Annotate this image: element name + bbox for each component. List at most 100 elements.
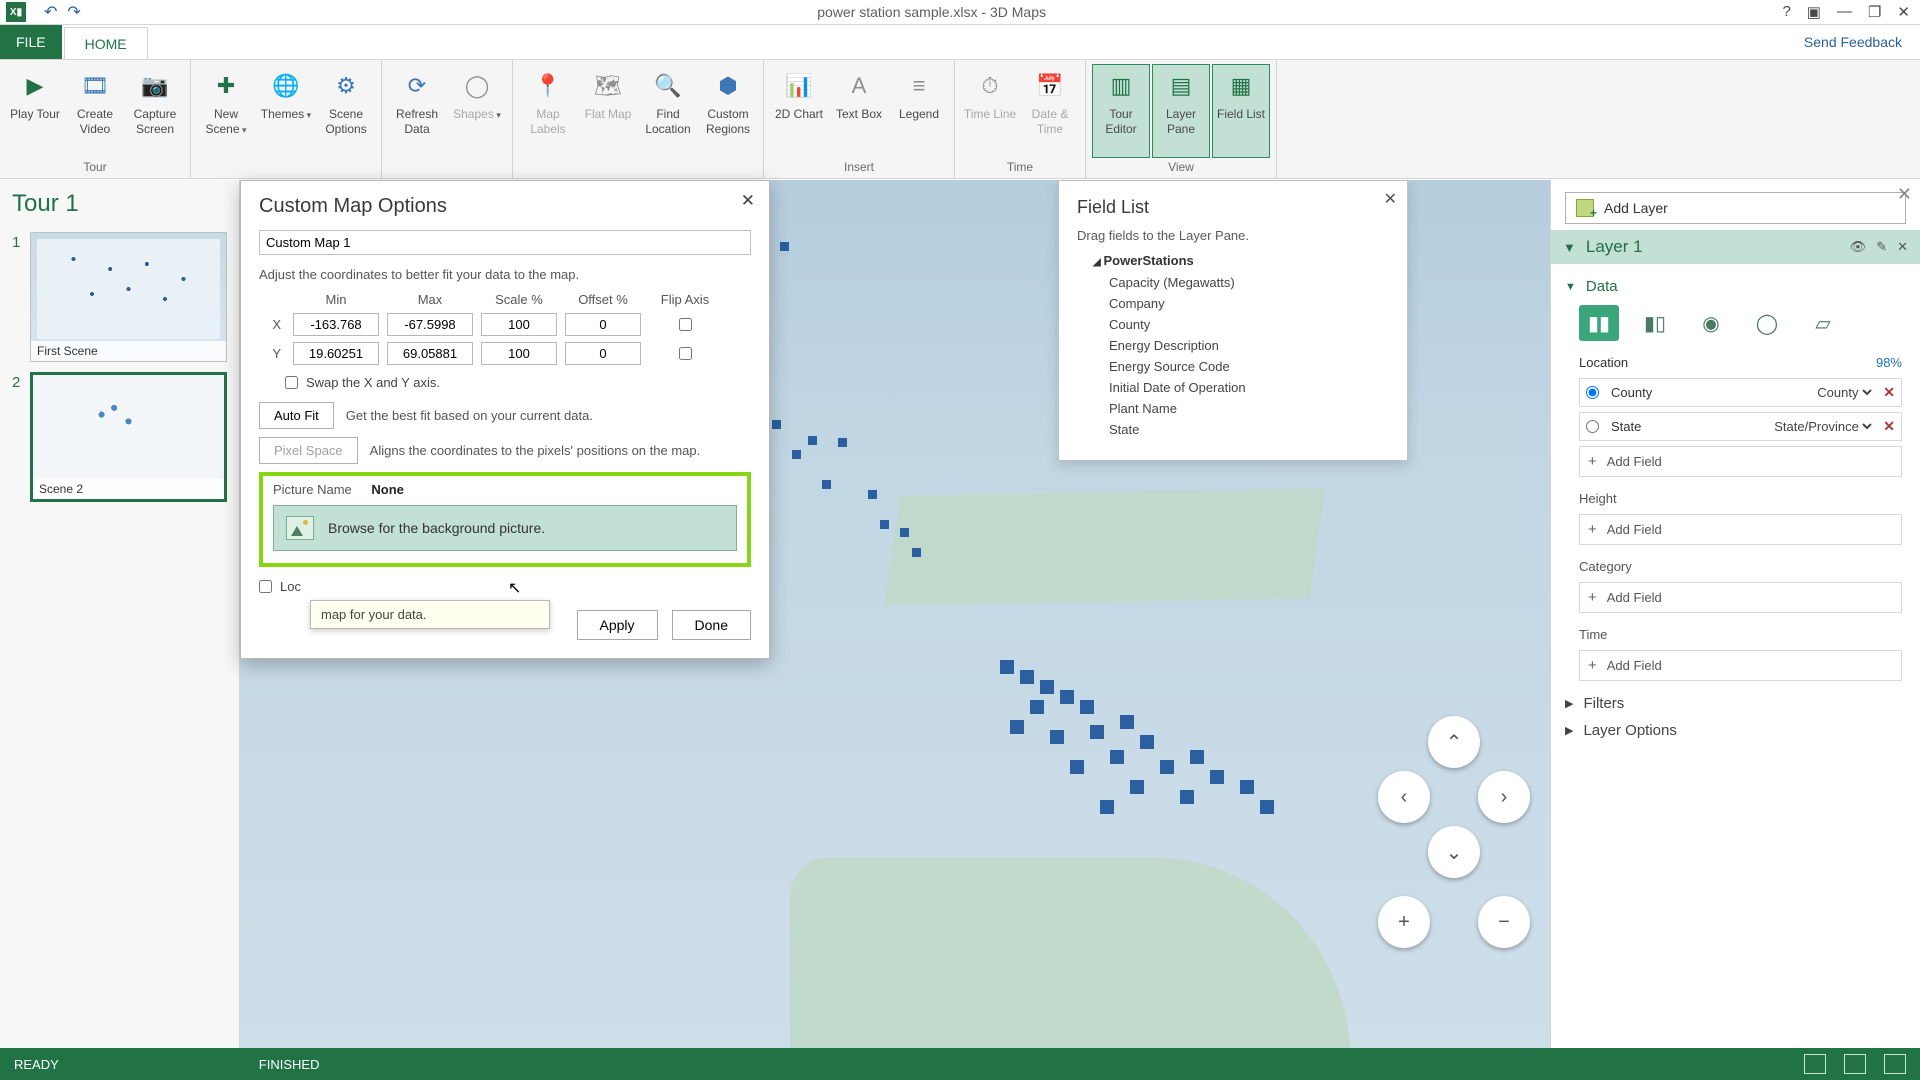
add-field-button[interactable]: +Add Field (1579, 446, 1902, 477)
auto-fit-button[interactable]: Auto Fit (259, 402, 334, 429)
tab-home[interactable]: HOME (64, 27, 148, 59)
rotate-right-button[interactable]: › (1478, 771, 1530, 823)
create-video-button[interactable]: 🎞Create Video (66, 64, 124, 158)
legend-button[interactable]: ≡Legend (890, 64, 948, 158)
location-radio[interactable] (1586, 420, 1599, 433)
delete-icon[interactable]: ✕ (1897, 239, 1908, 255)
remove-icon[interactable]: ✕ (1883, 418, 1895, 435)
x-max-input[interactable] (387, 313, 473, 336)
field-list-hint: Drag fields to the Layer Pane. (1077, 228, 1389, 243)
layer-pane-button[interactable]: ▤Layer Pane (1152, 64, 1210, 158)
close-icon[interactable]: ✕ (1897, 184, 1912, 205)
undo-button[interactable]: ↶ (44, 2, 57, 22)
scene-options-button[interactable]: ⚙Scene Options (317, 64, 375, 158)
x-min-input[interactable] (293, 313, 379, 336)
text-box-button[interactable]: AText Box (830, 64, 888, 158)
add-field-button[interactable]: +Add Field (1579, 514, 1902, 545)
ribbon-options-icon[interactable]: ▣ (1807, 3, 1821, 21)
field-item[interactable]: Company (1109, 293, 1389, 314)
restore-button[interactable]: ❐ (1868, 3, 1881, 21)
axis-x-label: X (259, 317, 285, 332)
redo-button[interactable]: ↷ (67, 2, 80, 22)
y-offset-input[interactable] (565, 342, 641, 365)
flat-map-button: 🗺Flat Map (579, 64, 637, 158)
tour-editor-panel: Tour 1 1 First Scene 2 Scene 2 (0, 180, 240, 1048)
help-icon[interactable]: ? (1782, 3, 1790, 21)
field-list-button[interactable]: ▦Field List (1212, 64, 1270, 158)
tilt-up-button[interactable]: ⌃ (1428, 716, 1480, 768)
location-radio[interactable] (1586, 386, 1599, 399)
rotate-left-button[interactable]: ‹ (1378, 771, 1430, 823)
2d-chart-button[interactable]: 📊2D Chart (770, 64, 828, 158)
view-mode-1-icon[interactable] (1804, 1054, 1826, 1074)
section-layer-options[interactable]: Layer Options (1565, 722, 1902, 739)
add-field-button[interactable]: +Add Field (1579, 582, 1902, 613)
close-icon[interactable]: ✕ (1384, 189, 1397, 209)
new-scene-button[interactable]: ✚New Scene (197, 64, 255, 158)
find-location-button[interactable]: 🔍Find Location (639, 64, 697, 158)
edit-icon[interactable]: ✎ (1876, 239, 1887, 255)
viz-clustered-column-button[interactable]: ▮▯ (1635, 305, 1675, 341)
location-type-select[interactable]: County (1813, 384, 1875, 401)
custom-regions-button[interactable]: ⬢Custom Regions (699, 64, 757, 158)
zoom-in-button[interactable]: + (1378, 896, 1430, 948)
y-scale-input[interactable] (481, 342, 557, 365)
add-layer-button[interactable]: Add Layer (1565, 192, 1906, 224)
x-offset-input[interactable] (565, 313, 641, 336)
field-item[interactable]: Capacity (Megawatts) (1109, 272, 1389, 293)
map-labels-button: 📍Map Labels (519, 64, 577, 158)
layer-header[interactable]: ▼ Layer 1 👁 ✎ ✕ (1551, 230, 1920, 264)
tooltip: map for your data. (310, 600, 550, 629)
tour-editor-button[interactable]: ▥Tour Editor (1092, 64, 1150, 158)
col-scale: Scale % (481, 292, 557, 307)
section-filters[interactable]: Filters (1565, 695, 1902, 712)
view-mode-2-icon[interactable] (1844, 1054, 1866, 1074)
chevron-down-icon[interactable]: ▼ (1563, 240, 1576, 255)
status-ready: READY (14, 1057, 59, 1072)
minimize-button[interactable]: — (1837, 3, 1852, 21)
dataset-name[interactable]: PowerStations (1093, 253, 1389, 268)
scene-thumb-1[interactable]: First Scene (30, 232, 227, 362)
tilt-down-button[interactable]: ⌄ (1428, 826, 1480, 878)
tab-file[interactable]: FILE (0, 25, 62, 59)
refresh-data-button[interactable]: ⟳Refresh Data (388, 64, 446, 158)
location-row: State State/Province ✕ (1579, 412, 1902, 441)
browse-picture-button[interactable]: Browse for the background picture. (273, 505, 737, 551)
x-flip-checkbox[interactable] (679, 318, 692, 331)
done-button[interactable]: Done (672, 610, 751, 640)
section-data[interactable]: Data (1565, 278, 1902, 295)
remove-icon[interactable]: ✕ (1883, 384, 1895, 401)
y-flip-checkbox[interactable] (679, 347, 692, 360)
picture-name-value: None (371, 482, 404, 497)
close-icon[interactable]: ✕ (741, 191, 755, 211)
field-item[interactable]: Energy Description (1109, 335, 1389, 356)
y-max-input[interactable] (387, 342, 473, 365)
themes-button[interactable]: 🌐Themes (257, 64, 315, 158)
swap-axes-checkbox[interactable] (285, 376, 298, 389)
lock-checkbox[interactable] (259, 580, 272, 593)
field-item[interactable]: County (1109, 314, 1389, 335)
viz-bubble-button[interactable]: ◉ (1691, 305, 1731, 341)
location-percent[interactable]: 98% (1876, 355, 1902, 370)
eye-icon[interactable]: 👁 (1850, 239, 1867, 255)
x-scale-input[interactable] (481, 313, 557, 336)
viz-stacked-column-button[interactable]: ▮▮ (1579, 305, 1619, 341)
field-item[interactable]: Plant Name (1109, 398, 1389, 419)
add-field-button[interactable]: +Add Field (1579, 650, 1902, 681)
field-item[interactable]: Initial Date of Operation (1109, 377, 1389, 398)
play-tour-button[interactable]: ▶Play Tour (6, 64, 64, 158)
send-feedback-link[interactable]: Send Feedback (1804, 34, 1902, 50)
location-type-select[interactable]: State/Province (1770, 418, 1875, 435)
scene-thumb-2[interactable]: Scene 2 (30, 372, 227, 502)
zoom-out-button[interactable]: − (1478, 896, 1530, 948)
field-item[interactable]: State (1109, 419, 1389, 440)
viz-region-button[interactable]: ▱ (1803, 305, 1843, 341)
field-item[interactable]: Energy Source Code (1109, 356, 1389, 377)
close-window-button[interactable]: ✕ (1897, 3, 1910, 21)
custom-map-name-input[interactable] (259, 230, 751, 255)
apply-button[interactable]: Apply (577, 610, 658, 640)
capture-screen-button[interactable]: 📷Capture Screen (126, 64, 184, 158)
y-min-input[interactable] (293, 342, 379, 365)
viz-heatmap-button[interactable]: ◯ (1747, 305, 1787, 341)
view-mode-3-icon[interactable] (1884, 1054, 1906, 1074)
